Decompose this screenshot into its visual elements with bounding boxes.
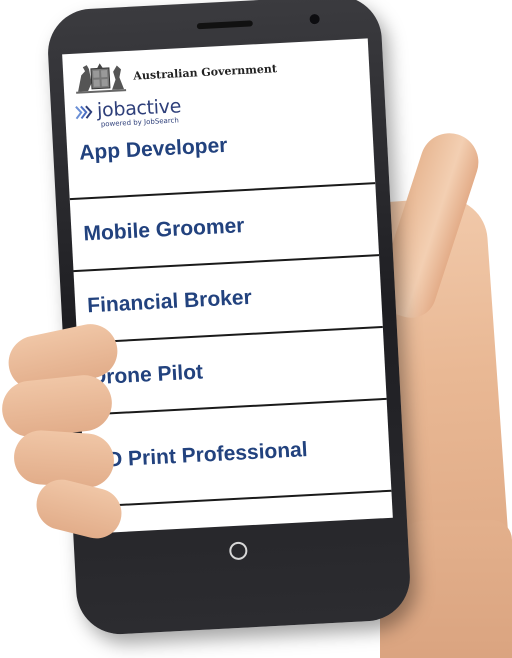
home-button-icon[interactable] <box>228 541 248 561</box>
speaker-grille <box>196 20 253 30</box>
job-item-3d-print-professional[interactable]: 3D Print Professional <box>81 399 392 508</box>
job-label: 3D Print Professional <box>94 437 309 472</box>
job-list: App Developer Mobile Groomer Financial B… <box>66 120 392 508</box>
government-name: Australian Government <box>133 61 278 83</box>
job-label: App Developer <box>78 133 228 165</box>
chevrons-icon <box>75 105 93 120</box>
job-label: Mobile Groomer <box>82 214 245 246</box>
front-camera-icon <box>308 12 321 26</box>
smartphone: Australian Government jobactive powered … <box>45 0 413 637</box>
photo-scene: Australian Government jobactive powered … <box>0 0 512 658</box>
coat-of-arms-icon <box>76 63 127 94</box>
job-label: Financial Broker <box>86 285 253 318</box>
